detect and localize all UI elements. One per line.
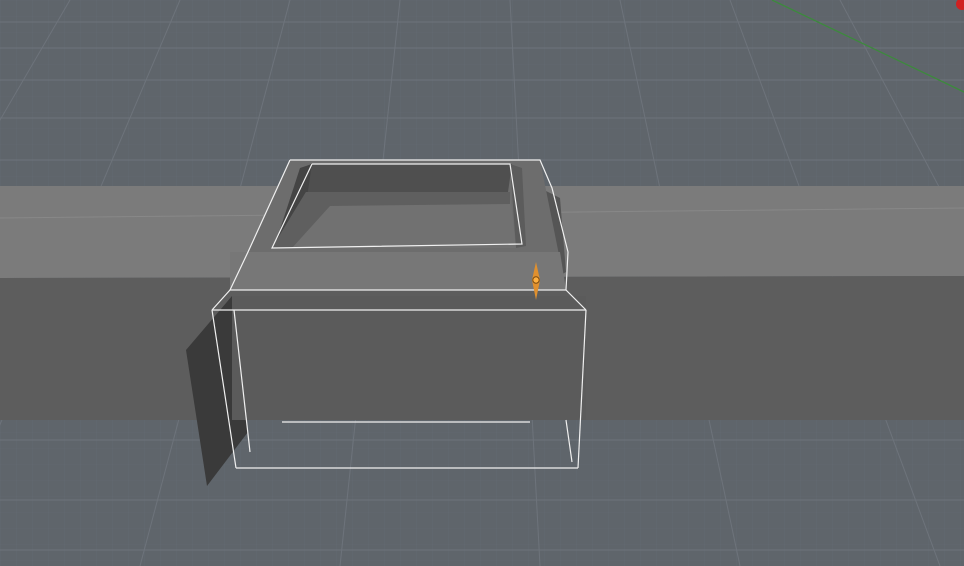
3d-viewport[interactable]: [0, 0, 964, 566]
box-front-lip: [230, 252, 566, 290]
viewport-canvas[interactable]: [0, 0, 964, 566]
pocket-back-wall: [306, 164, 512, 192]
box-front-face: [232, 296, 586, 420]
